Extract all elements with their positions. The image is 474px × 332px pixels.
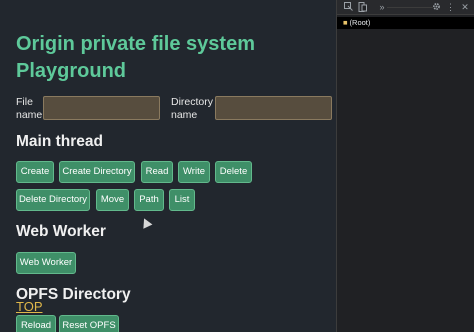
delete-directory-button[interactable]: Delete Directory [16, 189, 90, 211]
main-thread-heading: Main thread [16, 133, 103, 150]
inspect-icon[interactable] [343, 2, 353, 13]
reset-opfs-button[interactable]: Reset OPFS [59, 315, 119, 332]
create-button[interactable]: Create [16, 161, 54, 183]
settings-icon[interactable] [431, 2, 441, 13]
file-name-label: File name [16, 96, 43, 121]
folder-icon: ■ [343, 18, 348, 27]
page-title: Origin private file system Playground [16, 33, 255, 82]
opfs-tree: ■ (Root) [337, 17, 474, 29]
write-button[interactable]: Write [178, 161, 210, 183]
delete-button[interactable]: Delete [215, 161, 252, 183]
opfs-playground-app: Origin private file system Playground Fi… [0, 0, 336, 332]
file-name-input[interactable] [43, 96, 160, 120]
top-link[interactable]: TOP [16, 299, 43, 314]
kebab-icon[interactable]: ⋮ [446, 2, 455, 13]
path-button[interactable]: Path [134, 189, 164, 211]
tree-root-label: (Root) [349, 18, 371, 27]
reload-button[interactable]: Reload [16, 315, 56, 332]
web-worker-button[interactable]: Web Worker [16, 252, 76, 274]
mouse-cursor-icon [139, 216, 153, 229]
directory-name-input[interactable] [215, 96, 332, 120]
create-directory-button[interactable]: Create Directory [59, 161, 135, 183]
toolbar-divider [387, 7, 433, 8]
move-button[interactable]: Move [96, 189, 129, 211]
device-icon[interactable] [357, 2, 367, 13]
web-worker-heading: Web Worker [16, 223, 106, 240]
read-button[interactable]: Read [141, 161, 173, 183]
devtools-toolbar: » ⋮ ✕ [337, 0, 474, 15]
more-tabs-icon[interactable]: » [377, 2, 387, 13]
close-icon[interactable]: ✕ [460, 2, 470, 13]
directory-name-label: Directory name [171, 96, 214, 121]
tree-root-item[interactable]: ■ (Root) [343, 17, 370, 29]
devtools-panel: » ⋮ ✕ ■ (Root) [336, 0, 474, 332]
list-button[interactable]: List [169, 189, 195, 211]
